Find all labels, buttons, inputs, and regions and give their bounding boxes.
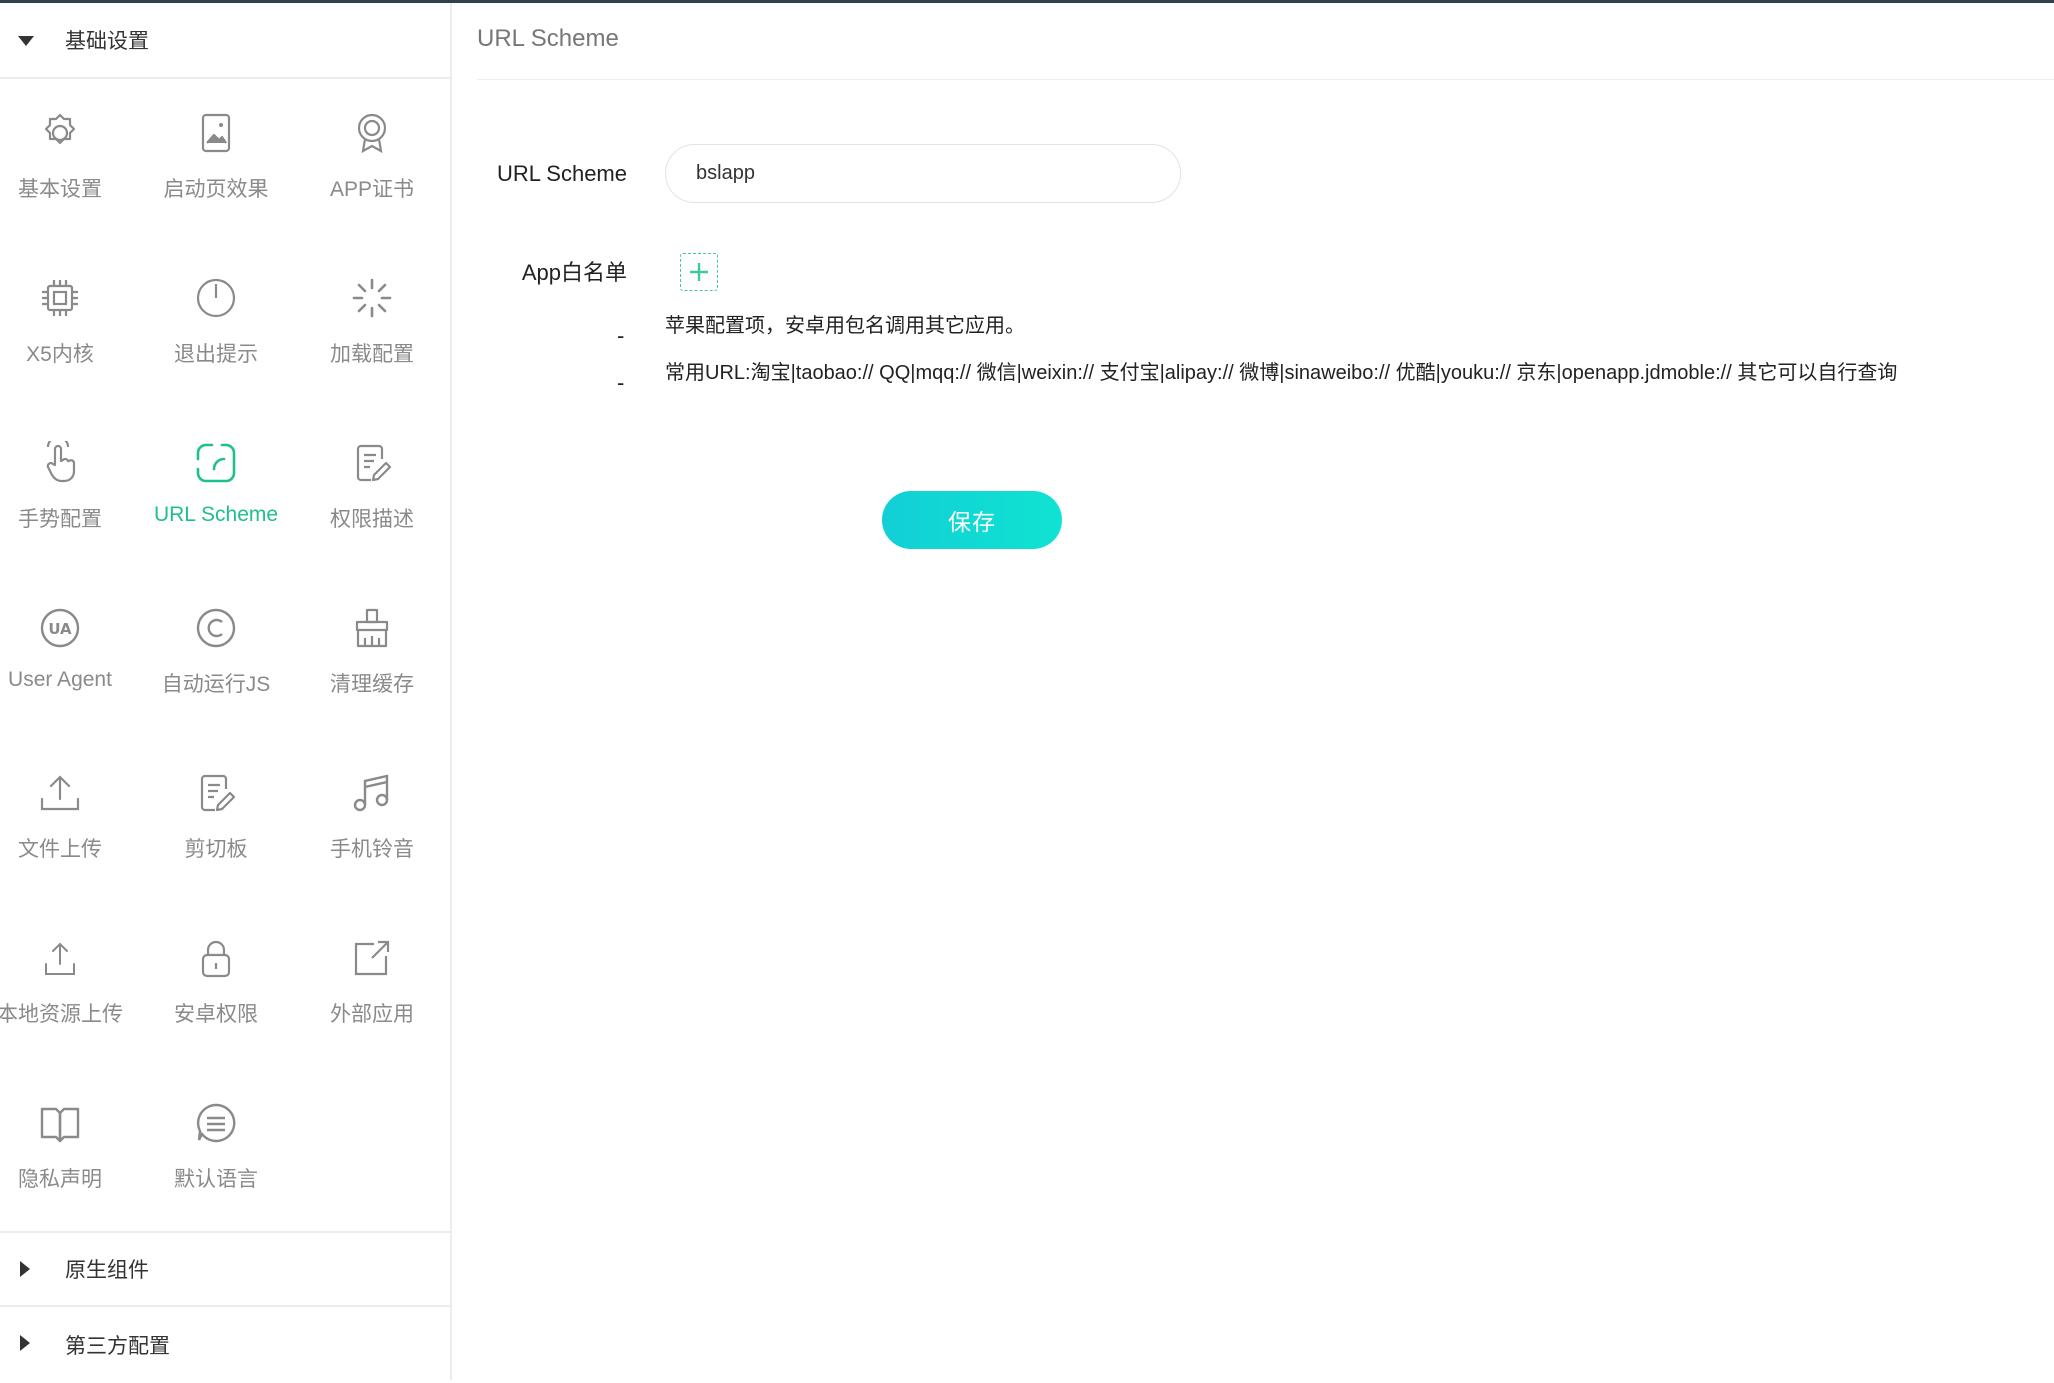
- sidebar-item-exit-tip[interactable]: 退出提示: [138, 246, 294, 411]
- add-whitelist-button[interactable]: [680, 253, 718, 291]
- list-dash: -: [617, 323, 625, 348]
- loading-spinner-icon: [350, 276, 394, 320]
- app-whitelist-label: App白名单: [521, 260, 627, 285]
- sidebar-item-user-agent[interactable]: UA User Agent: [0, 576, 138, 741]
- sidebar-item-app-certificate[interactable]: APP证书: [294, 81, 450, 246]
- url-scheme-icon: [194, 441, 238, 485]
- hand-pointer-icon: [38, 441, 82, 485]
- svg-text:UA: UA: [48, 620, 72, 638]
- sidebar-item-android-permission[interactable]: 安卓权限: [138, 906, 294, 1071]
- external-link-icon: [350, 936, 394, 980]
- whitelist-note-ios: 苹果配置项，安卓用包名调用其它应用。: [665, 315, 1025, 337]
- caret-down-icon: [18, 36, 34, 46]
- sidebar: 基础设置 基本设置 启动页效果 APP证书 X5内核 退出提示 加载配置 手势配…: [0, 3, 452, 1380]
- gear-icon: [38, 111, 82, 155]
- sidebar-item-privacy[interactable]: 隐私声明: [0, 1071, 138, 1236]
- sidebar-item-label: 外部应用: [330, 1003, 414, 1026]
- sidebar-item-label: 权限描述: [330, 508, 414, 531]
- sidebar-item-label: 默认语言: [174, 1168, 258, 1191]
- clipboard-edit-icon: [194, 771, 238, 815]
- section-label: 原生组件: [65, 1259, 149, 1282]
- plus-icon: [690, 263, 708, 281]
- sidebar-item-permission-desc[interactable]: 权限描述: [294, 411, 450, 576]
- sidebar-item-url-scheme[interactable]: URL Scheme: [138, 411, 294, 576]
- sidebar-item-default-language[interactable]: 默认语言: [138, 1071, 294, 1236]
- main-content: URL Scheme URL Scheme App白名单 - - 苹果配置项，安…: [452, 3, 2054, 1380]
- sidebar-item-gesture[interactable]: 手势配置: [0, 411, 138, 576]
- whitelist-note-common-urls: 常用URL:淘宝|taobao:// QQ|mqq:// 微信|weixin:/…: [665, 362, 1898, 384]
- language-chat-icon: [194, 1101, 238, 1145]
- section-label: 基础设置: [65, 30, 149, 53]
- url-scheme-input[interactable]: [665, 144, 1181, 203]
- save-button[interactable]: 保存: [882, 491, 1062, 549]
- section-label: 第三方配置: [65, 1335, 170, 1358]
- caret-right-icon: [20, 1261, 30, 1277]
- sidebar-item-clear-cache[interactable]: 清理缓存: [294, 576, 450, 741]
- sidebar-item-ringtone[interactable]: 手机铃音: [294, 741, 450, 906]
- music-note-icon: [350, 771, 394, 815]
- sidebar-item-label: 加载配置: [330, 343, 414, 366]
- local-upload-icon: [38, 936, 82, 980]
- broom-icon: [350, 606, 394, 650]
- caret-right-icon: [20, 1335, 30, 1351]
- lock-icon: [194, 936, 238, 980]
- splash-image-icon: [194, 111, 238, 155]
- sidebar-item-splash[interactable]: 启动页效果: [138, 81, 294, 246]
- url-scheme-label: URL Scheme: [496, 161, 627, 186]
- sidebar-item-x5-kernel[interactable]: X5内核: [0, 246, 138, 411]
- section-third-party-config[interactable]: 第三方配置: [0, 1307, 450, 1383]
- sidebar-item-label: APP证书: [329, 178, 415, 201]
- copyright-icon: [194, 606, 238, 650]
- sidebar-item-external-app[interactable]: 外部应用: [294, 906, 450, 1071]
- divider: [477, 79, 2054, 80]
- sidebar-item-label: 手机铃音: [330, 838, 414, 861]
- upload-icon: [38, 771, 82, 815]
- document-edit-icon: [350, 441, 394, 485]
- user-agent-icon: UA: [38, 606, 82, 650]
- sidebar-item-clipboard[interactable]: 剪切板: [138, 741, 294, 906]
- sidebar-item-label: 清理缓存: [330, 673, 414, 696]
- section-basic-settings[interactable]: 基础设置: [0, 3, 450, 79]
- page-title: URL Scheme: [477, 25, 619, 52]
- sidebar-item-basic-settings[interactable]: 基本设置: [0, 81, 138, 246]
- certificate-icon: [350, 111, 394, 155]
- sidebar-item-loading-config[interactable]: 加载配置: [294, 246, 450, 411]
- sidebar-item-file-upload[interactable]: 文件上传: [0, 741, 138, 906]
- sidebar-item-local-upload[interactable]: 本地资源上传: [0, 906, 138, 1071]
- sidebar-item-auto-run-js[interactable]: 自动运行JS: [138, 576, 294, 741]
- chip-icon: [38, 276, 82, 320]
- section-native-components[interactable]: 原生组件: [0, 1231, 450, 1307]
- list-dash: -: [617, 370, 625, 395]
- power-icon: [194, 276, 238, 320]
- book-icon: [38, 1101, 82, 1145]
